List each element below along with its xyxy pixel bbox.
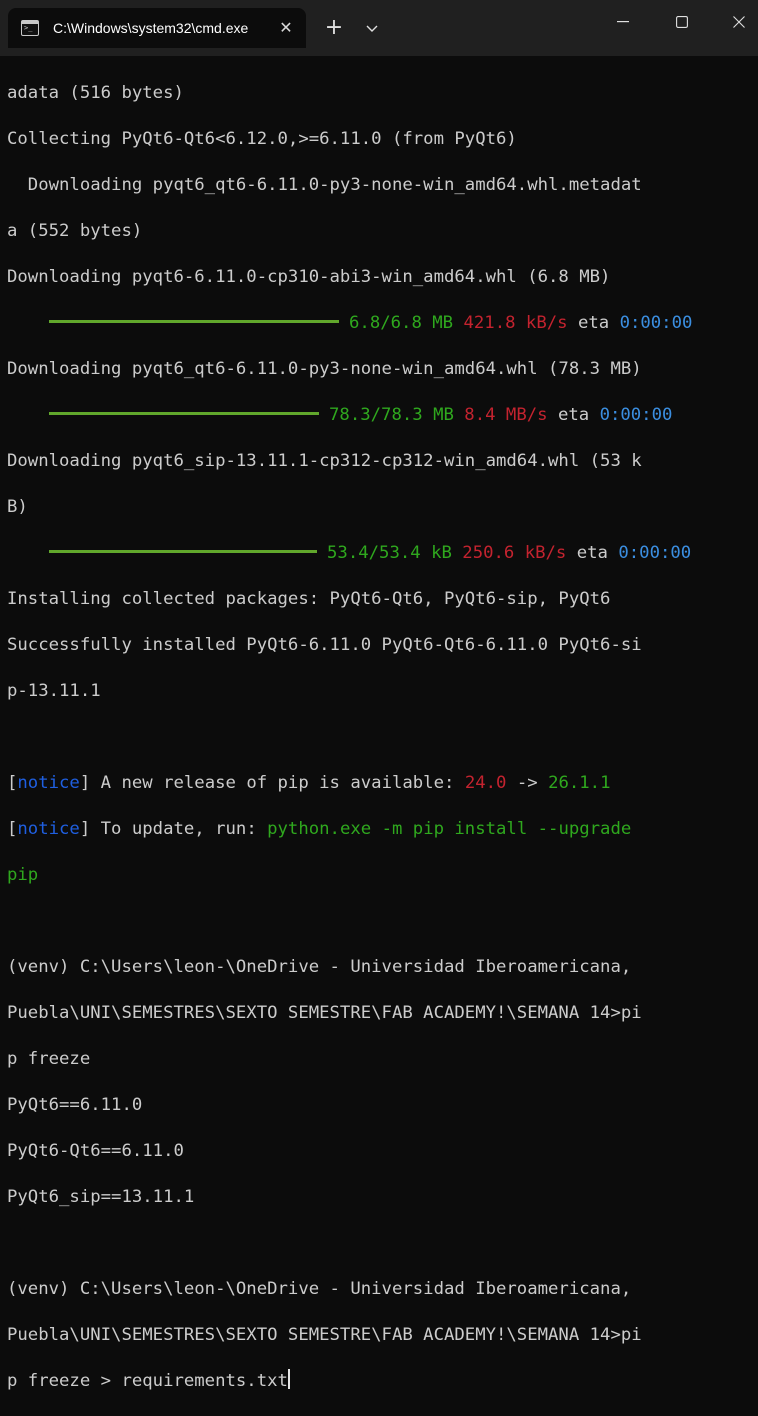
blank-line xyxy=(7,726,758,749)
eta-label: eta xyxy=(558,405,589,425)
notice-text: A new release of pip is available: xyxy=(90,773,465,793)
title-bar: C:\Windows\system32\cmd.exe ✕ + xyxy=(0,0,758,56)
old-version: 24.0 xyxy=(465,773,507,793)
terminal-line: Downloading pyqt6_qt6-6.11.0-py3-none-wi… xyxy=(7,358,758,381)
progress-line: 53.4/53.4 kB 250.6 kB/s eta 0:00:00 xyxy=(7,542,758,565)
close-icon xyxy=(733,16,745,28)
prompt-line: Puebla\UNI\SEMESTRES\SEXTO SEMESTRE\FAB … xyxy=(7,1324,758,1347)
eta-value: 0:00:00 xyxy=(620,313,693,333)
progress-bar xyxy=(49,320,339,323)
tab-title: C:\Windows\system32\cmd.exe xyxy=(53,20,253,36)
terminal-line: p-13.11.1 xyxy=(7,680,758,703)
minimize-button[interactable] xyxy=(596,0,650,44)
progress-bar xyxy=(49,550,317,553)
text-cursor xyxy=(288,1369,290,1389)
chevron-down-icon[interactable] xyxy=(360,14,384,42)
upgrade-command-cont: pip xyxy=(7,864,758,887)
progress-size: 53.4/53.4 kB xyxy=(327,543,452,563)
blank-line xyxy=(7,910,758,933)
notice-tag: notice xyxy=(17,819,79,839)
tab-cmd[interactable]: C:\Windows\system32\cmd.exe ✕ xyxy=(8,8,306,48)
terminal-line: Downloading pyqt6-6.11.0-cp310-abi3-win_… xyxy=(7,266,758,289)
minimize-icon xyxy=(617,21,629,23)
progress-size: 78.3/78.3 MB xyxy=(329,405,454,425)
progress-bar xyxy=(49,412,319,415)
terminal-line: a (552 bytes) xyxy=(7,220,758,243)
new-tab-button[interactable]: + xyxy=(322,14,346,42)
input-line[interactable]: p freeze > requirements.txt xyxy=(7,1370,758,1393)
notice-tag: notice xyxy=(17,773,79,793)
close-tab-icon[interactable]: ✕ xyxy=(276,18,296,38)
progress-speed: 8.4 MB/s xyxy=(464,405,547,425)
output-line: PyQt6==6.11.0 xyxy=(7,1094,758,1117)
progress-line: 78.3/78.3 MB 8.4 MB/s eta 0:00:00 xyxy=(7,404,758,427)
terminal-icon xyxy=(21,20,39,36)
maximize-icon xyxy=(676,16,688,28)
eta-value: 0:00:00 xyxy=(600,405,673,425)
terminal-line: Installing collected packages: PyQt6-Qt6… xyxy=(7,588,758,611)
eta-label: eta xyxy=(577,543,608,563)
new-version: 26.1.1 xyxy=(548,773,610,793)
progress-speed: 421.8 kB/s xyxy=(463,313,567,333)
output-line: PyQt6_sip==13.11.1 xyxy=(7,1186,758,1209)
close-window-button[interactable] xyxy=(712,0,758,44)
output-line: PyQt6-Qt6==6.11.0 xyxy=(7,1140,758,1163)
eta-value: 0:00:00 xyxy=(618,543,691,563)
terminal-line: Downloading pyqt6_sip-13.11.1-cp312-cp31… xyxy=(7,450,758,473)
current-command[interactable]: p freeze > requirements.txt xyxy=(7,1371,288,1391)
notice-text: To update, run: xyxy=(90,819,267,839)
version-arrow: -> xyxy=(506,773,548,793)
notice-line: [notice] A new release of pip is availab… xyxy=(7,772,758,795)
prompt-line: (venv) C:\Users\leon-\OneDrive - Univers… xyxy=(7,1278,758,1301)
command-line: p freeze xyxy=(7,1048,758,1071)
terminal-line: Collecting PyQt6-Qt6<6.12.0,>=6.11.0 (fr… xyxy=(7,128,758,151)
terminal-line: adata (516 bytes) xyxy=(7,82,758,105)
upgrade-command: python.exe -m pip install --upgrade xyxy=(267,819,631,839)
terminal-line: B) xyxy=(7,496,758,519)
progress-speed: 250.6 kB/s xyxy=(462,543,566,563)
notice-line: [notice] To update, run: python.exe -m p… xyxy=(7,818,758,841)
terminal-line: Successfully installed PyQt6-6.11.0 PyQt… xyxy=(7,634,758,657)
progress-line: 6.8/6.8 MB 421.8 kB/s eta 0:00:00 xyxy=(7,312,758,335)
terminal-line: Downloading pyqt6_qt6-6.11.0-py3-none-wi… xyxy=(7,174,758,197)
eta-label: eta xyxy=(578,313,609,333)
prompt-line: (venv) C:\Users\leon-\OneDrive - Univers… xyxy=(7,956,758,979)
blank-line xyxy=(7,1232,758,1255)
prompt-line: Puebla\UNI\SEMESTRES\SEXTO SEMESTRE\FAB … xyxy=(7,1002,758,1025)
progress-size: 6.8/6.8 MB xyxy=(349,313,453,333)
maximize-button[interactable] xyxy=(655,0,709,44)
terminal-output[interactable]: adata (516 bytes) Collecting PyQt6-Qt6<6… xyxy=(7,59,758,732)
